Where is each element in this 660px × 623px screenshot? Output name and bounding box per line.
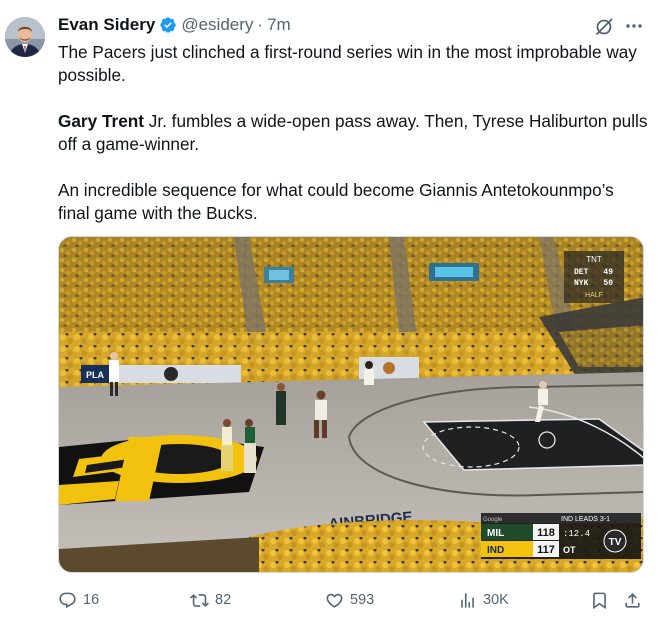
scorebug-network: TV xyxy=(609,537,622,548)
retweet-count: 82 xyxy=(215,592,232,608)
retweet-button[interactable]: 82 xyxy=(190,589,231,611)
scorebug-team1-score: 118 xyxy=(537,527,555,539)
scorebug-period: OT xyxy=(563,545,576,555)
tweet-paragraph-1: The Pacers just clinched a first-round s… xyxy=(58,42,637,85)
share-icon xyxy=(625,592,640,608)
reply-icon xyxy=(59,592,76,608)
ticker-row2-team: NYK xyxy=(574,279,589,288)
ticker-network: TNT xyxy=(586,255,602,264)
tweet-header: Evan Sidery @esidery · 7m xyxy=(58,14,291,36)
more-icon[interactable] xyxy=(624,16,644,36)
tweet-paragraph-2: Gary Trent Jr. fumbles a wide-open pass … xyxy=(58,110,648,156)
ticker-period: HALF xyxy=(585,292,603,299)
share-button[interactable] xyxy=(623,589,642,611)
grok-icon[interactable] xyxy=(594,17,614,37)
avatar[interactable] xyxy=(5,17,45,57)
tweet-actions: 16 82 593 30K xyxy=(58,589,648,611)
scorebug-team2: IND xyxy=(487,545,504,556)
author-handle[interactable]: @esidery xyxy=(181,15,253,35)
retweet-icon xyxy=(190,593,209,607)
like-button[interactable]: 593 xyxy=(325,589,374,611)
like-count: 593 xyxy=(350,592,375,608)
bookmark-icon xyxy=(593,592,606,609)
tweet[interactable]: Evan Sidery @esidery · 7m The Pacers jus… xyxy=(0,0,660,623)
ticker-row1-score: 49 xyxy=(603,268,613,277)
tweet-media-image[interactable]: TNT DET 49 NYK 50 HALF PLA AINBRIDGE Goo… xyxy=(58,236,644,573)
views-icon xyxy=(461,592,474,608)
scorebug-team2-score: 117 xyxy=(537,544,555,556)
ticker-row2-score: 50 xyxy=(603,279,613,288)
scorebug-sponsor: Google xyxy=(483,517,503,523)
views-button[interactable]: 30K xyxy=(458,589,509,611)
reply-button[interactable]: 16 xyxy=(58,589,99,611)
verified-icon[interactable] xyxy=(159,16,177,34)
tweet-bold-name: Gary Trent xyxy=(58,111,144,131)
separator-dot: · xyxy=(257,15,264,34)
scorebug-clock: :12.4 xyxy=(563,529,590,539)
like-icon xyxy=(326,593,343,608)
views-count: 30K xyxy=(483,592,509,608)
ticker-row1-team: DET xyxy=(574,268,589,277)
tweet-paragraph-3: An incredible sequence for what could be… xyxy=(58,180,614,223)
tweet-paragraph-2-rest: Jr. fumbles a wide-open pass away. Then,… xyxy=(58,111,648,154)
scorebug-series: IND LEADS 3-1 xyxy=(561,516,610,523)
author-name[interactable]: Evan Sidery xyxy=(58,15,155,35)
bookmark-button[interactable] xyxy=(590,589,609,611)
reply-count: 16 xyxy=(83,592,100,608)
scorebug-team1: MIL xyxy=(487,528,504,539)
ad-board-text: PLA xyxy=(86,370,105,380)
timestamp[interactable]: 7m xyxy=(267,15,291,35)
